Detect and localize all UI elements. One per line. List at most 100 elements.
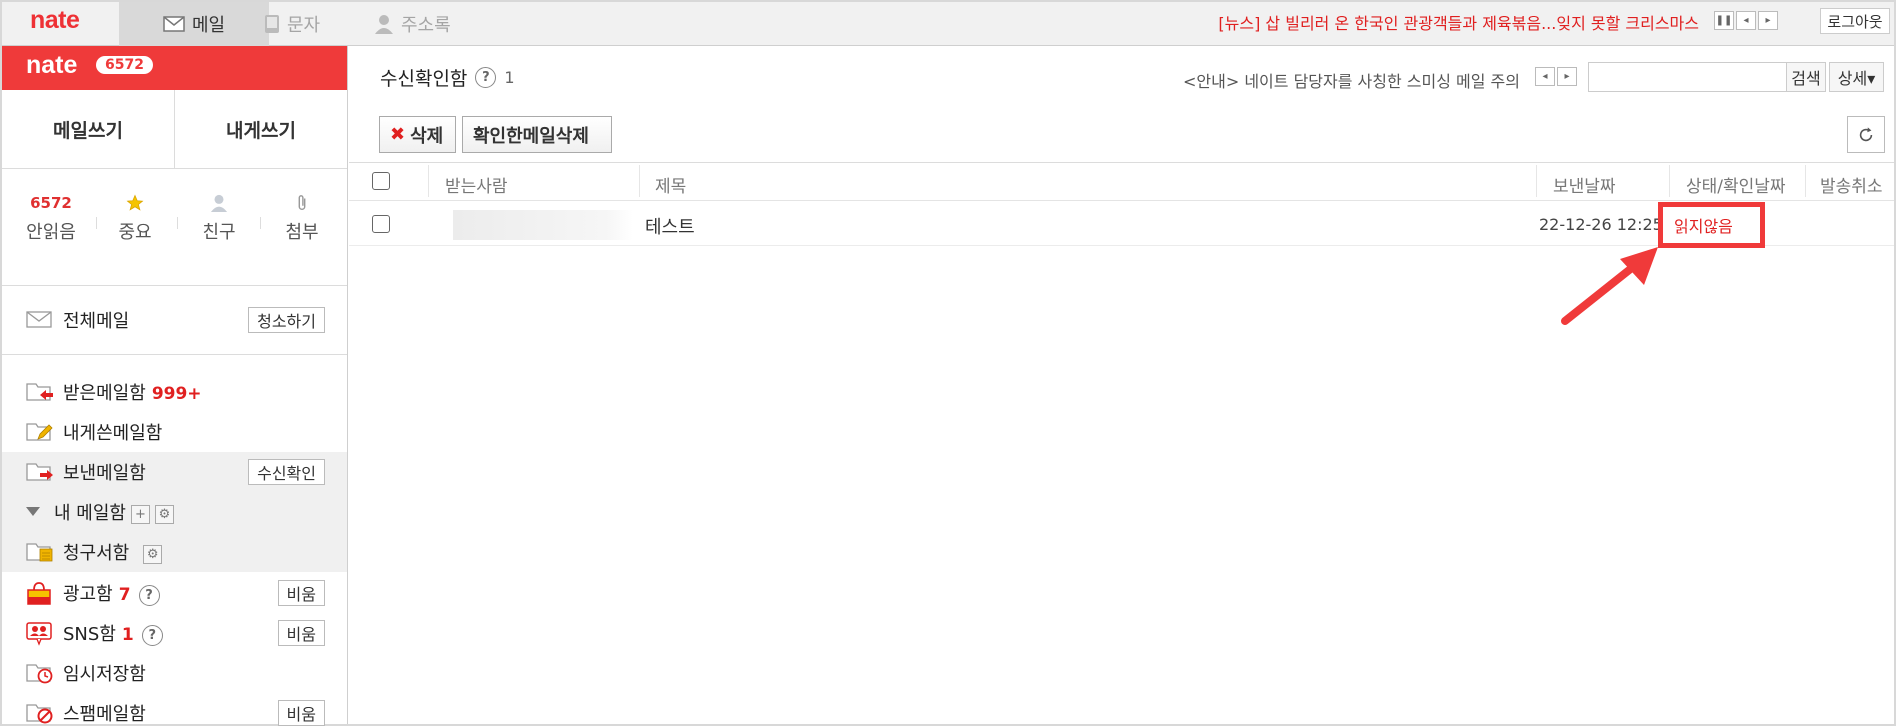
help-icon[interactable]: ? (141, 624, 163, 646)
search-input[interactable] (1588, 62, 1787, 92)
sidebar-item-spam[interactable]: 스팸메일함 비움 (2, 693, 347, 726)
select-all-checkbox[interactable] (372, 172, 390, 190)
phone-icon (265, 15, 279, 33)
clean-button[interactable]: 청소하기 (248, 307, 325, 333)
bill-folder-icon (26, 543, 53, 562)
nate-logo[interactable]: nate (30, 6, 80, 35)
compose-button[interactable]: 메일쓰기 (2, 90, 175, 168)
delete-label: 삭제 (410, 125, 444, 147)
sidebar-item-sent[interactable]: 보낸메일함 수신확인 (2, 452, 347, 492)
sidebar-item-label: 내게쓴메일함 (63, 423, 163, 444)
row-sent-date: 22-12-26 12:25 (1539, 215, 1663, 234)
my-mailboxes-label: 내 메일함 (54, 503, 126, 524)
mail-icon (163, 16, 185, 32)
tab-address-book-label: 주소록 (401, 15, 451, 36)
tab-address-book[interactable]: 주소록 (374, 2, 451, 46)
sidebar-item-label: SNS함 (63, 624, 116, 645)
notice-text[interactable]: <안내> 네이트 담당자를 사칭한 스미싱 메일 주의 (1183, 68, 1520, 92)
col-status[interactable]: 상태/확인날짜 (1686, 172, 1786, 197)
prev-icon[interactable]: ◂ (1535, 67, 1555, 86)
empty-ads-button[interactable]: 비움 (277, 580, 325, 606)
add-folder-icon[interactable]: + (130, 504, 150, 524)
next-icon[interactable]: ▸ (1758, 11, 1778, 30)
search-button[interactable]: 검색 (1786, 62, 1826, 92)
next-icon[interactable]: ▸ (1557, 67, 1577, 86)
notice-controls: ◂ ▸ (1535, 67, 1577, 86)
logout-button[interactable]: 로그아웃 (1820, 8, 1890, 34)
news-ticker[interactable]: [뉴스] 삽 빌리러 온 한국인 관광객들과 제육볶음...잊지 못할 크리스마… (1218, 10, 1699, 34)
inbox-icon (26, 383, 53, 401)
read-check-button[interactable]: 수신확인 (248, 459, 325, 485)
sidebar-item-ads[interactable]: 광고함 7? 비움 (2, 573, 347, 613)
pencil-folder-icon (26, 423, 53, 441)
sidebar-item-self-mail[interactable]: 내게쓴메일함 (2, 412, 347, 452)
sns-count: 1 (121, 625, 134, 645)
sidebar-item-sns[interactable]: SNS함 1? 비움 (2, 613, 347, 653)
sidebar-item-label: 임시저장함 (63, 664, 146, 685)
quick-friend-label: 친구 (202, 222, 236, 243)
quick-important[interactable]: 중요 (100, 191, 170, 244)
quick-unread-label: 안읽음 (26, 222, 76, 243)
spam-block-icon (26, 704, 53, 724)
top-bar: nate 메일 문자 주소록 [뉴스] 삽 빌리러 온 한국인 관광객들과 제육… (2, 2, 1894, 46)
quick-unread[interactable]: 6572 안읽음 (16, 191, 86, 244)
mail-count: 1 (504, 68, 515, 87)
inbox-count: 999+ (151, 384, 202, 404)
help-icon[interactable]: ? (138, 584, 160, 606)
tab-sms[interactable]: 문자 (264, 2, 320, 46)
sidebar-item-drafts[interactable]: 임시저장함 (2, 653, 347, 693)
sidebar-item-label: 전체메일 (63, 311, 130, 332)
sent-icon (26, 463, 53, 481)
col-cancel[interactable]: 발송취소 (1820, 172, 1883, 197)
caret-down-icon (26, 507, 40, 516)
folder-settings-icon[interactable]: ⚙ (154, 504, 174, 524)
row-subject[interactable]: 테스트 (645, 213, 695, 239)
empty-spam-button[interactable]: 비움 (277, 700, 325, 726)
help-icon[interactable]: ? (475, 67, 497, 88)
highlight-box (1658, 202, 1765, 248)
envelope-icon (26, 311, 52, 328)
sidebar-item-label: 광고함 (63, 584, 113, 605)
sidebar-item-label: 보낸메일함 (63, 463, 146, 484)
tab-mail[interactable]: 메일 (119, 2, 269, 46)
unread-count-badge: 6572 (96, 56, 153, 74)
sidebar-item-inbox[interactable]: 받은메일함 999+ (2, 372, 347, 412)
sidebar-logo[interactable]: nate (26, 51, 77, 80)
draft-clock-icon (26, 664, 53, 684)
ad-bag-icon (27, 582, 51, 605)
person-icon (375, 15, 393, 34)
pause-icon[interactable]: ❚❚ (1714, 11, 1734, 30)
empty-sns-button[interactable]: 비움 (277, 620, 325, 646)
quick-friend[interactable]: 친구 (184, 191, 254, 244)
col-sent-date[interactable]: 보낸날짜 (1553, 172, 1616, 197)
col-recipient[interactable]: 받는사람 (445, 172, 508, 197)
all-mail-section: 전체메일 청소하기 (2, 286, 347, 355)
tab-mail-label: 메일 (191, 15, 226, 36)
refresh-icon (1859, 126, 1873, 141)
quick-attachment[interactable]: 첨부 (267, 191, 337, 244)
detail-search-button[interactable]: 상세▾ (1829, 62, 1884, 92)
row-checkbox[interactable] (372, 215, 390, 233)
bills-settings-icon[interactable]: ⚙ (143, 544, 163, 564)
friend-icon (210, 194, 228, 212)
refresh-button[interactable] (1847, 116, 1885, 153)
col-subject[interactable]: 제목 (655, 172, 686, 197)
close-icon: ✖ (390, 124, 406, 145)
star-icon (126, 194, 144, 211)
prev-icon[interactable]: ◂ (1736, 11, 1756, 30)
sidebar-item-label: 청구서함 (63, 543, 130, 564)
ads-count: 7 (118, 585, 131, 605)
annotation-arrow-icon (1561, 247, 1658, 325)
sns-icon (26, 622, 52, 646)
page-title: 수신확인함 (380, 68, 468, 90)
self-compose-button[interactable]: 내게쓰기 (175, 90, 347, 168)
sidebar-item-bills[interactable]: 청구서함 ⚙ (2, 532, 347, 572)
my-mailboxes-toggle[interactable]: 내 메일함 + ⚙ (2, 492, 347, 532)
delete-button[interactable]: ✖ 삭제 (379, 116, 456, 153)
sidebar-header: nate 6572 (2, 46, 347, 90)
delete-read-button[interactable]: 확인한메일삭제 (462, 116, 612, 153)
sidebar-item-all-mail[interactable]: 전체메일 청소하기 (2, 300, 347, 340)
recipient-blurred (453, 210, 633, 240)
quick-filters: 6572 안읽음 중요 친구 첨부 (2, 169, 347, 286)
news-controls: ❚❚ ◂ ▸ (1714, 11, 1778, 30)
